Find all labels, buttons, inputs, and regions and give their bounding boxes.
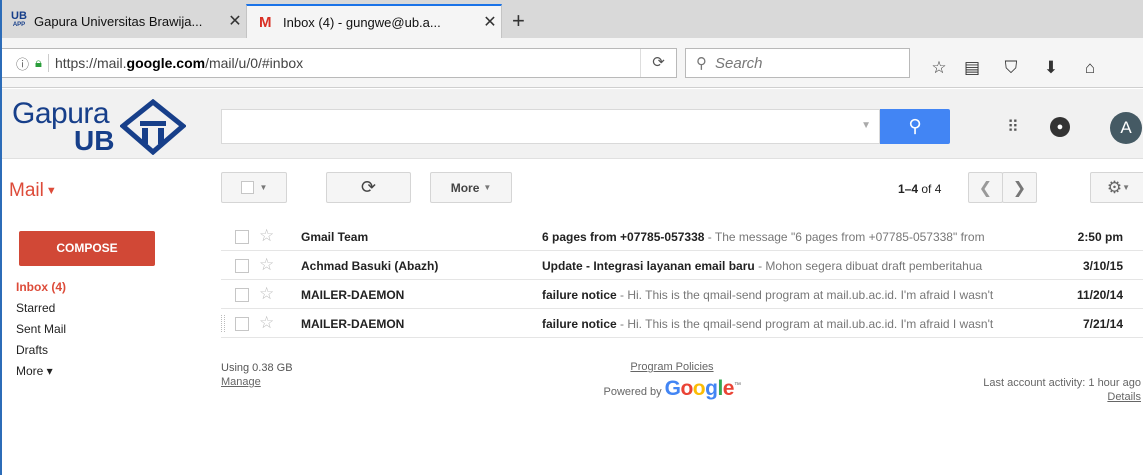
table-row[interactable]: ☆ Achmad Basuki (Abazh) Update - Integra… [221,251,1143,280]
chevron-left-icon: ❮ [978,179,993,197]
search-options-chevron-icon[interactable]: ▼ [861,120,871,131]
apps-grid-icon[interactable]: ⠿ [1007,117,1019,137]
ub-favicon-icon: UB APP [11,10,27,29]
date: 2:50 pm [1077,230,1123,244]
row-checkbox[interactable] [235,288,249,302]
sidebar-item-drafts[interactable]: Drafts [16,343,66,364]
refresh-button[interactable]: ⟳ [326,172,411,203]
table-row[interactable]: ☆ Gmail Team 6 pages from +07785-057338 … [221,222,1143,251]
refresh-icon: ⟳ [360,177,377,197]
gapura-ub-logo[interactable]: Gapura UB [12,97,187,156]
pocket-icon[interactable]: ⛉ [999,58,1023,78]
newer-button[interactable]: ❮ [968,172,1003,203]
chevron-right-icon: ❯ [1012,179,1027,197]
search-icon: ⚲ [696,55,707,72]
row-checkbox[interactable] [235,259,249,273]
star-icon[interactable]: ☆ [259,284,274,304]
compose-button[interactable]: COMPOSE [19,231,155,266]
select-all-checkbox[interactable] [240,181,254,194]
new-tab-icon[interactable]: + [512,8,525,34]
search-icon: ⚲ [908,116,922,136]
sender: MAILER-DAEMON [301,317,405,331]
mail-menu[interactable]: Mail ▼ [9,180,57,202]
gate-logo-icon [120,99,186,155]
sidebar-item-starred[interactable]: Starred [16,301,66,322]
account-activity: Last account activity: 1 hour ago Detail… [983,377,1141,403]
mail-search-input[interactable]: ▼ [221,109,880,144]
gear-icon: ⚙ [1106,177,1123,197]
caret-down-icon: ▼ [45,184,57,197]
tab-title: Inbox (4) - gungwe@ub.a... [283,14,441,30]
subject-snippet: Update - Integrasi layanan email baru - … [542,259,983,273]
sidebar-item-inbox[interactable]: Inbox (4) [16,280,66,301]
home-icon[interactable]: ⌂ [1078,58,1102,78]
settings-button[interactable]: ⚙ ▼ [1090,172,1143,203]
download-icon[interactable]: ⬇ [1039,58,1063,78]
tab-title: Gapura Universitas Brawija... [34,13,203,29]
lock-icon: 🔒︎ [35,55,42,70]
address-bar[interactable]: ⓘ 🔒︎ https://mail.google.com/mail/u/0/#i… [2,48,677,78]
footer-center: Program Policies Powered by Google™ [602,361,742,401]
bookmarks-list-icon[interactable]: ▤ [960,58,984,78]
star-icon[interactable]: ☆ [259,255,274,275]
star-icon[interactable]: ☆ [259,226,274,246]
powered-by-google: Powered by Google™ [603,377,741,400]
table-row[interactable]: ☆ MAILER-DAEMON failure notice - Hi. Thi… [221,309,1143,338]
browser-window: UB APP Gapura Universitas Brawija... ✕ M … [0,0,1143,475]
table-row[interactable]: ☆ MAILER-DAEMON failure notice - Hi. Thi… [221,280,1143,309]
info-icon[interactable]: ⓘ [16,54,29,73]
bookmark-star-icon[interactable]: ☆ [927,58,951,78]
sidebar-nav: Inbox (4) Starred Sent Mail Drafts More … [16,280,66,385]
sender: Achmad Basuki (Abazh) [301,259,439,273]
more-button[interactable]: More ▼ [430,172,512,203]
storage-usage: Using 0.38 GB Manage [221,362,293,388]
date: 7/21/14 [1082,317,1123,331]
subject-snippet: failure notice - Hi. This is the qmail-s… [542,317,994,331]
drag-handle-icon[interactable] [221,315,225,332]
reload-icon[interactable]: ⟳ [640,49,676,77]
sidebar-item-sent-mail[interactable]: Sent Mail [16,322,66,343]
subject-snippet: failure notice - Hi. This is the qmail-s… [542,288,994,302]
subject-snippet: 6 pages from +07785-057338 - The message… [542,230,985,244]
url-text: https://mail.google.com/mail/u/0/#inbox [54,55,304,71]
gmail-header: Gapura UB ▼ ⚲ ⠿ ● A [2,89,1143,159]
star-icon[interactable]: ☆ [259,313,274,333]
close-icon[interactable]: ✕ [224,11,246,31]
pager-count: 1–4 of 4 [898,182,942,196]
mail-search-button[interactable]: ⚲ [880,109,950,144]
manage-link[interactable]: Manage [221,376,293,388]
navigation-bar: ⓘ 🔒︎ https://mail.google.com/mail/u/0/#i… [2,38,1143,88]
caret-down-icon: ▼ [483,183,492,192]
browser-search-input[interactable]: ⚲ Search [685,48,910,78]
older-button[interactable]: ❯ [1002,172,1037,203]
date: 3/10/15 [1082,259,1123,273]
select-checkbox-button[interactable]: ▼ [221,172,287,203]
notifications-icon[interactable]: ● [1050,117,1070,137]
tab-inbox[interactable]: M Inbox (4) - gungwe@ub.a... ✕ [246,4,502,38]
caret-down-icon: ▼ [1122,183,1131,192]
search-placeholder: Search [715,54,763,72]
message-list: ☆ Gmail Team 6 pages from +07785-057338 … [221,222,1143,338]
program-policies-link[interactable]: Program Policies [602,361,742,373]
row-checkbox[interactable] [235,230,249,244]
caret-down-icon: ▼ [259,183,268,192]
row-checkbox[interactable] [235,317,249,331]
close-icon[interactable]: ✕ [479,12,501,32]
sidebar-item-more[interactable]: More ▾ [16,364,66,385]
avatar[interactable]: A [1110,112,1142,144]
gmail-favicon-icon: M [259,13,272,31]
tab-bar: UB APP Gapura Universitas Brawija... ✕ M … [2,0,1143,38]
tab-gapura[interactable]: UB APP Gapura Universitas Brawija... ✕ [2,4,246,38]
sender: MAILER-DAEMON [301,288,405,302]
google-logo: Google™ [664,377,741,400]
sender: Gmail Team [301,230,369,244]
date: 11/20/14 [1076,288,1123,302]
details-link[interactable]: Details [983,391,1141,403]
